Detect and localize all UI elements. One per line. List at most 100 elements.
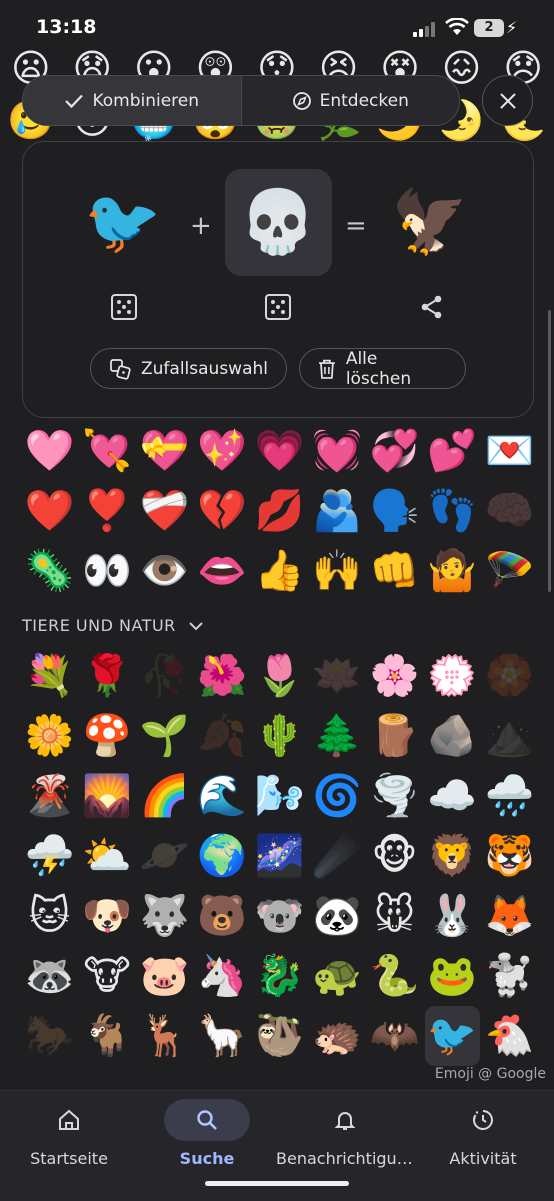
- emoji-cell[interactable]: 🌄: [80, 766, 135, 826]
- emoji-cell[interactable]: 🐉: [252, 946, 307, 1006]
- emoji-cell[interactable]: 💞: [367, 421, 422, 481]
- emoji-cell[interactable]: 🦁: [425, 826, 480, 886]
- emoji-cell[interactable]: 🐷: [137, 946, 192, 1006]
- emoji-cell[interactable]: 🌀: [310, 766, 365, 826]
- emoji-cell[interactable]: 🦊: [482, 886, 537, 946]
- emoji-cell[interactable]: 🌵: [252, 706, 307, 766]
- emoji-cell[interactable]: 👀: [80, 541, 135, 601]
- emoji-cell[interactable]: 💓: [310, 421, 365, 481]
- emoji-cell[interactable]: 💕: [425, 421, 480, 481]
- emoji-cell[interactable]: 💌: [482, 421, 537, 481]
- emoji-cell[interactable]: 🐩: [482, 946, 537, 1006]
- emoji-cell[interactable]: ⛈️: [22, 826, 77, 886]
- emoji-cell[interactable]: 🩷: [22, 421, 77, 481]
- nav-home[interactable]: Startseite: [0, 1091, 138, 1201]
- dice-icon-left[interactable]: [111, 294, 137, 320]
- emoji-cell[interactable]: 💔: [195, 481, 250, 541]
- emoji-cell[interactable]: 🐎: [22, 1006, 77, 1066]
- emoji-cell[interactable]: 🐢: [310, 946, 365, 1006]
- emoji-cell[interactable]: ☄️: [310, 826, 365, 886]
- emoji-cell[interactable]: ❣️: [80, 481, 135, 541]
- emoji-cell[interactable]: 🌋: [22, 766, 77, 826]
- emoji-cell[interactable]: 💋: [252, 481, 307, 541]
- emoji-cell[interactable]: 🥀: [137, 646, 192, 706]
- emoji-cell[interactable]: 💐: [22, 646, 77, 706]
- emoji-cell[interactable]: 💮: [425, 646, 480, 706]
- emoji-cell[interactable]: 🪐: [137, 826, 192, 886]
- emoji-cell[interactable]: ⛰️: [482, 706, 537, 766]
- mix-result[interactable]: 🦅: [380, 182, 480, 262]
- section-header-animals-nature[interactable]: TIERE UND NATUR: [22, 616, 204, 635]
- emoji-cell[interactable]: 👣: [425, 481, 480, 541]
- emoji-cell[interactable]: 🌷: [252, 646, 307, 706]
- emoji-cell[interactable]: 🙌: [310, 541, 365, 601]
- home-indicator[interactable]: [205, 1181, 349, 1186]
- emoji-cell[interactable]: 🌈: [137, 766, 192, 826]
- mix-slot-left[interactable]: 🐦: [73, 182, 173, 262]
- emoji-cell[interactable]: 🪵: [367, 706, 422, 766]
- mix-slot-middle[interactable]: 💀: [228, 182, 328, 262]
- emoji-cell[interactable]: 🌸: [367, 646, 422, 706]
- emoji-cell[interactable]: 🪂: [482, 541, 537, 601]
- clear-all-button[interactable]: Alle löschen: [299, 348, 466, 389]
- emoji-cell[interactable]: 💖: [195, 421, 250, 481]
- emoji-cell[interactable]: ❤️‍🩹: [137, 481, 192, 541]
- emoji-cell[interactable]: 🍄: [80, 706, 135, 766]
- emoji-cell[interactable]: 🐻: [195, 886, 250, 946]
- emoji-cell[interactable]: ❤️: [22, 481, 77, 541]
- emoji-cell[interactable]: 🌍: [195, 826, 250, 886]
- emoji-cell[interactable]: 🐮: [80, 946, 135, 1006]
- emoji-cell[interactable]: 💝: [137, 421, 192, 481]
- emoji-cell[interactable]: ☁️: [425, 766, 480, 826]
- emoji-cell[interactable]: 🐔: [482, 1006, 537, 1066]
- emoji-cell[interactable]: 💗: [252, 421, 307, 481]
- emoji-cell[interactable]: 🤷: [425, 541, 480, 601]
- emoji-cell[interactable]: 🦄: [195, 946, 250, 1006]
- emoji-cell[interactable]: 🪷: [310, 646, 365, 706]
- emoji-cell[interactable]: 🌹: [80, 646, 135, 706]
- emoji-cell[interactable]: 🦠: [22, 541, 77, 601]
- emoji-cell[interactable]: 🦇: [367, 1006, 422, 1066]
- emoji-cell[interactable]: ⛅: [80, 826, 135, 886]
- emoji-cell[interactable]: 🐸: [425, 946, 480, 1006]
- emoji-cell-selected[interactable]: 🐦: [424, 1006, 480, 1066]
- emoji-cell[interactable]: 👊: [367, 541, 422, 601]
- emoji-cell[interactable]: 🐰: [425, 886, 480, 946]
- emoji-cell[interactable]: 🦌: [137, 1006, 192, 1066]
- scrollbar[interactable]: [548, 310, 551, 592]
- emoji-cell[interactable]: 🌧️: [482, 766, 537, 826]
- nav-activity[interactable]: Aktivität: [414, 1091, 552, 1201]
- emoji-cell[interactable]: 👍: [252, 541, 307, 601]
- emoji-cell[interactable]: 🫂: [310, 481, 365, 541]
- share-icon[interactable]: [420, 294, 444, 320]
- emoji-cell[interactable]: 🦔: [310, 1006, 365, 1066]
- emoji-cell[interactable]: 🌪️: [367, 766, 422, 826]
- emoji-cell[interactable]: 👁️: [137, 541, 192, 601]
- emoji-cell[interactable]: 🌺: [195, 646, 250, 706]
- emoji-cell[interactable]: 🐼: [310, 886, 365, 946]
- emoji-cell[interactable]: 🐵: [367, 826, 422, 886]
- emoji-cell[interactable]: 💘: [80, 421, 135, 481]
- emoji-cell[interactable]: 🐯: [482, 826, 537, 886]
- random-button[interactable]: Zufallsauswahl: [90, 348, 287, 389]
- emoji-cell[interactable]: 🌼: [22, 706, 77, 766]
- emoji-cell[interactable]: 🧠: [482, 481, 537, 541]
- emoji-cell[interactable]: 🍂: [195, 706, 250, 766]
- emoji-cell[interactable]: 🐺: [137, 886, 192, 946]
- emoji-cell[interactable]: 🌌: [252, 826, 307, 886]
- combine-tab[interactable]: Kombinieren: [23, 76, 242, 125]
- discover-tab[interactable]: Entdecken: [242, 76, 460, 125]
- emoji-cell[interactable]: 🗣️: [367, 481, 422, 541]
- emoji-cell[interactable]: 🐶: [80, 886, 135, 946]
- emoji-cell[interactable]: 🌲: [310, 706, 365, 766]
- emoji-cell[interactable]: 🐍: [367, 946, 422, 1006]
- emoji-cell[interactable]: 🐱: [22, 886, 77, 946]
- close-button[interactable]: [482, 75, 533, 126]
- emoji-cell[interactable]: 🐐: [80, 1006, 135, 1066]
- emoji-cell[interactable]: 🦥: [252, 1006, 307, 1066]
- emoji-cell[interactable]: 🦝: [22, 946, 77, 1006]
- emoji-cell[interactable]: 🐭: [367, 886, 422, 946]
- emoji-cell[interactable]: 🪨: [425, 706, 480, 766]
- emoji-cell[interactable]: 🌊: [195, 766, 250, 826]
- emoji-cell[interactable]: 🦙: [195, 1006, 250, 1066]
